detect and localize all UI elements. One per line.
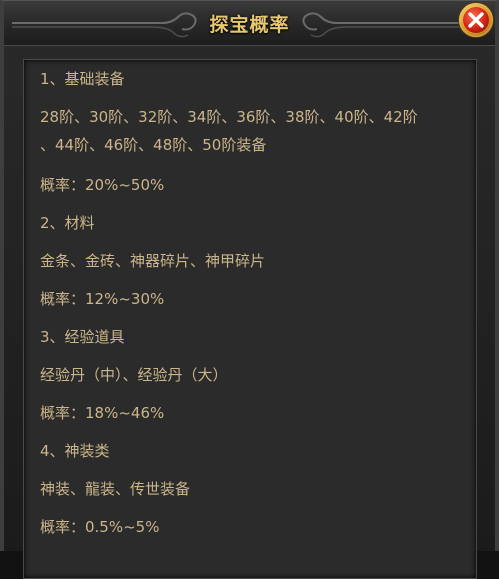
section-4-probability: 概率：0.5%~5% [40, 518, 160, 536]
section-3-probability: 概率：18%~46% [40, 404, 165, 422]
close-button[interactable] [459, 3, 493, 37]
section-1-items-line2: 、44阶、46阶、48阶、50阶装备 [40, 136, 267, 154]
probability-window: 探宝概率 1、基础装备 28阶、30阶、32阶、34阶、36阶、38阶、40阶、… [0, 0, 499, 579]
section-2-heading: 2、材料 [40, 214, 95, 232]
section-3-items: 经验丹（中）、经验丹（大） [40, 366, 228, 384]
section-1-items-line1: 28阶、30阶、32阶、34阶、36阶、38阶、40阶、42阶 [40, 108, 418, 126]
section-1-probability: 概率：20%~50% [40, 176, 165, 194]
content-panel: 1、基础装备 28阶、30阶、32阶、34阶、36阶、38阶、40阶、42阶 、… [23, 59, 477, 579]
close-x-icon[interactable] [466, 10, 486, 30]
section-2-items: 金条、金砖、神器碎片、神甲碎片 [40, 252, 266, 270]
section-4-items: 神装、龍装、传世装备 [40, 480, 191, 498]
section-3-heading: 3、经验道具 [40, 328, 125, 346]
title-bar: 探宝概率 [4, 1, 495, 46]
section-1-heading: 1、基础装备 [40, 70, 125, 88]
window-title: 探宝概率 [209, 14, 290, 36]
section-4-heading: 4、神装类 [40, 442, 110, 460]
section-2-probability: 概率：12%~30% [40, 290, 165, 308]
